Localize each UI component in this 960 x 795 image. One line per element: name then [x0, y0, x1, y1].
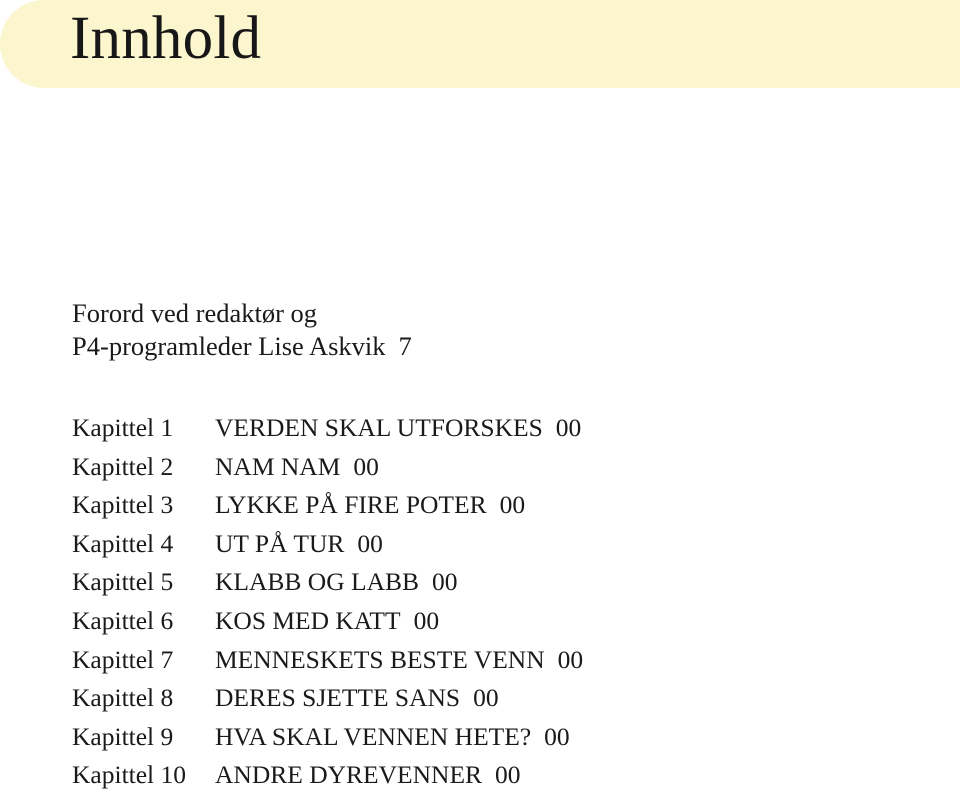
toc-row: Kapittel 5 KLABB OG LABB 00 — [72, 563, 932, 602]
foreword-line-2-wrapper: P4-programleder Lise Askvik 7 — [72, 330, 412, 363]
header-banner: Innhold — [0, 0, 960, 88]
toc-row: Kapittel 9 HVA SKAL VENNEN HETE? 00 — [72, 718, 932, 757]
toc-page-number: 00 — [495, 760, 521, 790]
toc-page-number: 00 — [473, 683, 499, 713]
toc-chapter-label: Kapittel 8 — [72, 683, 174, 713]
toc-chapter-label: Kapittel 1 — [72, 413, 174, 442]
toc-page-number: 00 — [557, 644, 584, 674]
toc-chapter-label: Kapittel 3 — [72, 490, 174, 520]
foreword-line-2: P4-programleder Lise Askvik — [72, 330, 386, 361]
toc-row: Kapittel 7 MENNESKETS BESTE VENN 00 — [72, 641, 932, 680]
toc-chapter-title: VERDEN SKAL UTFORSKES — [215, 413, 543, 442]
toc-row: Kapittel 10 ANDRE DYREVENNER 00 — [72, 756, 932, 795]
toc-page-number: 00 — [544, 721, 570, 751]
page-title: Innhold — [70, 5, 262, 72]
foreword-entry: Forord ved redaktør og P4-programleder L… — [72, 297, 412, 362]
toc-chapter-label: Kapittel 10 — [72, 760, 187, 790]
toc-chapter-title: KOS MED KATT — [215, 605, 401, 635]
toc-chapter-label: Kapittel 7 — [72, 644, 174, 674]
toc-chapter-label: Kapittel 4 — [72, 528, 174, 558]
toc-row: Kapittel 6 KOS MED KATT 00 — [72, 602, 932, 641]
toc-chapter-title: KLABB OG LABB — [215, 567, 420, 597]
toc-chapter-title: UT PÅ TUR — [215, 528, 345, 558]
toc-chapter-title: NAM NAM — [215, 451, 341, 481]
foreword-page-number: 7 — [398, 330, 412, 361]
toc-page-number: 00 — [357, 528, 383, 558]
toc-row: Kapittel 4 UT PÅ TUR 00 — [72, 525, 932, 564]
toc-row: Kapittel 3 LYKKE PÅ FIRE POTER 00 — [72, 486, 932, 525]
toc-chapter-title: ANDRE DYREVENNER — [215, 760, 483, 790]
toc-chapter-title: DERES SJETTE SANS — [215, 683, 461, 713]
toc-page-number: 00 — [499, 490, 526, 520]
toc-chapter-title: HVA SKAL VENNEN HETE? — [215, 721, 532, 751]
toc-chapter-label: Kapittel 9 — [72, 721, 174, 751]
foreword-line-1: Forord ved redaktør og — [72, 298, 318, 328]
toc-row: Kapittel 1 VERDEN SKAL UTFORSKES 00 — [72, 409, 932, 448]
toc-chapter-title: LYKKE PÅ FIRE POTER — [215, 490, 487, 520]
toc-page-number: 00 — [555, 413, 582, 442]
toc-page-number: 00 — [413, 605, 440, 635]
toc-row: Kapittel 8 DERES SJETTE SANS 00 — [72, 679, 932, 718]
table-of-contents: Kapittel 1 VERDEN SKAL UTFORSKES 00 Kapitt… — [72, 409, 932, 795]
toc-chapter-label: Kapittel 6 — [72, 605, 174, 635]
toc-chapter-title: MENNESKETS BESTE VENN — [215, 644, 545, 674]
toc-page-number: 00 — [353, 451, 379, 481]
toc-row: Kapittel 2 NAM NAM 00 — [72, 448, 932, 487]
toc-page-number: 00 — [432, 567, 458, 597]
toc-chapter-label: Kapittel 5 — [72, 567, 174, 597]
toc-chapter-label: Kapittel 2 — [72, 451, 174, 481]
